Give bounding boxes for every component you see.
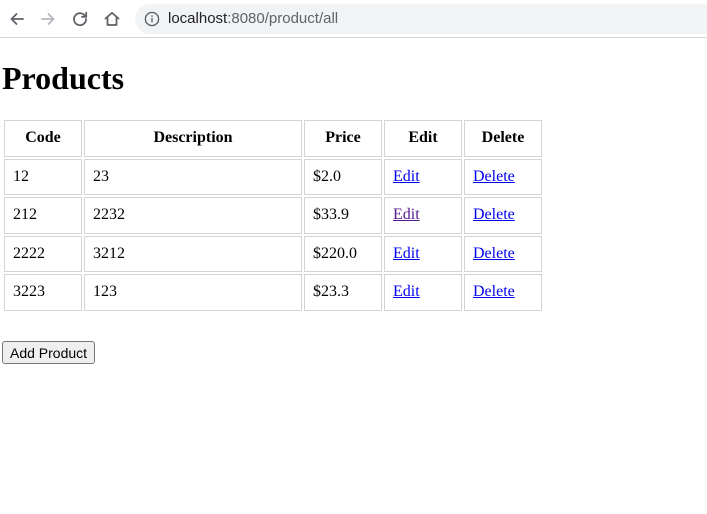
header-edit: Edit: [384, 120, 462, 157]
header-delete: Delete: [464, 120, 542, 157]
header-description: Description: [84, 120, 302, 157]
table-header-row: Code Description Price Edit Delete: [4, 120, 542, 157]
page-title: Products: [2, 60, 125, 96]
products-table: Code Description Price Edit Delete 12 23…: [2, 118, 544, 313]
cell-code: 3223: [4, 274, 82, 311]
delete-link[interactable]: Delete: [473, 245, 515, 262]
cell-price: $220.0: [304, 235, 382, 272]
edit-link[interactable]: Edit: [393, 245, 420, 262]
table-row: 2222 3212 $220.0 Edit Delete: [4, 235, 542, 272]
cell-price: $33.9: [304, 197, 382, 234]
info-icon[interactable]: [144, 11, 160, 27]
cell-edit: Edit: [384, 274, 462, 311]
cell-delete: Delete: [464, 235, 542, 272]
cell-code: 212: [4, 197, 82, 234]
table-row: 12 23 $2.0 Edit Delete: [4, 158, 542, 195]
url-host: localhost: [168, 10, 228, 27]
table-row: 3223 123 $23.3 Edit Delete: [4, 274, 542, 311]
forward-button[interactable]: [34, 5, 62, 33]
cell-description: 123: [84, 274, 302, 311]
address-bar[interactable]: localhost:8080/product/all: [135, 4, 707, 34]
home-icon: [104, 11, 120, 26]
back-button[interactable]: [3, 5, 31, 33]
header-code: Code: [4, 120, 82, 157]
url-path: :8080/product/all: [227, 10, 339, 27]
url-text[interactable]: localhost:8080/product/all: [168, 10, 338, 28]
add-product-button[interactable]: Add Product: [2, 341, 96, 364]
table-row: 212 2232 $33.9 Edit Delete: [4, 197, 542, 234]
cell-edit: Edit: [384, 197, 462, 234]
cell-delete: Delete: [464, 197, 542, 234]
header-price: Price: [304, 120, 382, 157]
cell-description: 2232: [84, 197, 302, 234]
reload-icon: [73, 11, 88, 27]
cell-code: 12: [4, 158, 82, 195]
home-button[interactable]: [98, 5, 126, 33]
edit-link[interactable]: Edit: [393, 283, 420, 300]
delete-link[interactable]: Delete: [473, 206, 515, 223]
cell-description: 23: [84, 158, 302, 195]
cell-price: $23.3: [304, 274, 382, 311]
back-arrow-icon: [10, 13, 24, 25]
cell-description: 3212: [84, 235, 302, 272]
cell-code: 2222: [4, 235, 82, 272]
delete-link[interactable]: Delete: [473, 283, 515, 300]
cell-price: $2.0: [304, 158, 382, 195]
reload-button[interactable]: [66, 5, 94, 33]
cell-delete: Delete: [464, 158, 542, 195]
cell-edit: Edit: [384, 235, 462, 272]
delete-link[interactable]: Delete: [473, 168, 515, 185]
browser-toolbar: localhost:8080/product/all: [0, 0, 707, 38]
cell-edit: Edit: [384, 158, 462, 195]
forward-arrow-icon: [41, 13, 55, 25]
edit-link[interactable]: Edit: [393, 206, 420, 223]
cell-delete: Delete: [464, 274, 542, 311]
edit-link[interactable]: Edit: [393, 168, 420, 185]
